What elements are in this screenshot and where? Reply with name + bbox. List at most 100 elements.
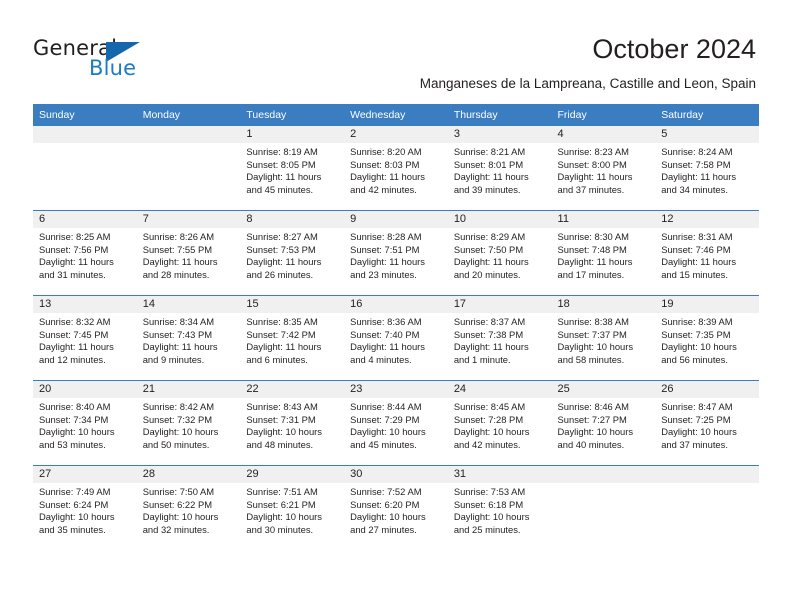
calendar-cell[interactable]: 30 Sunrise: 7:52 AM Sunset: 6:20 PM Dayl… (344, 465, 448, 550)
sunrise-text: Sunrise: 8:21 AM (453, 146, 526, 157)
daylight-text-line1: Daylight: 11 hours (453, 341, 529, 353)
general-blue-logo[interactable]: General Blue (33, 36, 163, 82)
calendar-cell[interactable]: 10 Sunrise: 8:29 AM Sunset: 7:50 PM Dayl… (447, 210, 552, 296)
calendar-cell[interactable] (551, 465, 656, 550)
calendar-cell[interactable]: 19 Sunrise: 8:39 AM Sunset: 7:35 PM Dayl… (655, 295, 759, 381)
calendar-cell[interactable]: 5 Sunrise: 8:24 AM Sunset: 7:58 PM Dayli… (655, 126, 759, 211)
day-cell: 12 Sunrise: 8:31 AM Sunset: 7:46 PM Dayl… (655, 211, 759, 295)
calendar-cell[interactable] (136, 126, 241, 211)
day-number: 4 (551, 126, 656, 143)
day-number: 11 (551, 211, 656, 228)
day-number: 24 (447, 381, 552, 398)
calendar-header-row: Sunday Monday Tuesday Wednesday Thursday… (33, 104, 759, 126)
calendar-cell[interactable]: 26 Sunrise: 8:47 AM Sunset: 7:25 PM Dayl… (655, 380, 759, 466)
day-number: 20 (33, 381, 137, 398)
daylight-text-line1: Daylight: 11 hours (350, 171, 425, 183)
day-details: Sunrise: 8:30 AM Sunset: 7:48 PM Dayligh… (552, 228, 656, 281)
day-number: 23 (344, 381, 448, 398)
calendar-cell[interactable]: 28 Sunrise: 7:50 AM Sunset: 6:22 PM Dayl… (136, 465, 241, 550)
day-number: 22 (240, 381, 345, 398)
calendar-cell[interactable]: 18 Sunrise: 8:38 AM Sunset: 7:37 PM Dayl… (551, 295, 656, 381)
calendar-cell[interactable] (33, 126, 137, 211)
daylight-text-line2: and 42 minutes. (350, 183, 417, 195)
calendar-cell[interactable]: 7 Sunrise: 8:26 AM Sunset: 7:55 PM Dayli… (136, 210, 241, 296)
day-number: 29 (240, 466, 345, 483)
calendar-cell[interactable]: 4 Sunrise: 8:23 AM Sunset: 8:00 PM Dayli… (551, 126, 656, 211)
daylight-text-line1: Daylight: 11 hours (557, 171, 633, 183)
day-cell: 26 Sunrise: 8:47 AM Sunset: 7:25 PM Dayl… (655, 381, 759, 465)
sunrise-text: Sunrise: 8:43 AM (246, 401, 318, 412)
calendar-cell[interactable]: 22 Sunrise: 8:43 AM Sunset: 7:31 PM Dayl… (240, 380, 345, 466)
calendar-cell[interactable]: 6 Sunrise: 8:25 AM Sunset: 7:56 PM Dayli… (33, 210, 137, 296)
day-details: Sunrise: 8:24 AM Sunset: 7:58 PM Dayligh… (655, 143, 759, 196)
day-details: Sunrise: 8:40 AM Sunset: 7:34 PM Dayligh… (33, 398, 137, 451)
sunrise-text: Sunrise: 8:19 AM (246, 146, 318, 157)
page-title: October 2024 (592, 34, 756, 64)
day-details (552, 483, 656, 486)
calendar-cell[interactable]: 20 Sunrise: 8:40 AM Sunset: 7:34 PM Dayl… (33, 380, 137, 466)
daylight-text-line2: and 37 minutes. (661, 438, 728, 450)
day-cell: 15 Sunrise: 8:35 AM Sunset: 7:42 PM Dayl… (240, 296, 345, 380)
day-details: Sunrise: 8:20 AM Sunset: 8:03 PM Dayligh… (344, 143, 448, 196)
calendar-cell[interactable]: 15 Sunrise: 8:35 AM Sunset: 7:42 PM Dayl… (240, 295, 345, 381)
day-number (136, 126, 241, 143)
daylight-text-line2: and 42 minutes. (453, 438, 521, 450)
calendar-cell[interactable]: 29 Sunrise: 7:51 AM Sunset: 6:21 PM Dayl… (240, 465, 345, 550)
day-number: 18 (551, 296, 656, 313)
day-details: Sunrise: 8:38 AM Sunset: 7:37 PM Dayligh… (552, 313, 656, 366)
daylight-text-line2: and 50 minutes. (142, 438, 210, 450)
calendar-cell[interactable]: 2 Sunrise: 8:20 AM Sunset: 8:03 PM Dayli… (344, 126, 448, 211)
calendar-cell[interactable] (655, 465, 759, 550)
day-cell: 9 Sunrise: 8:28 AM Sunset: 7:51 PM Dayli… (344, 211, 448, 295)
calendar-cell[interactable]: 11 Sunrise: 8:30 AM Sunset: 7:48 PM Dayl… (551, 210, 656, 296)
daylight-text-line1: Daylight: 11 hours (453, 171, 529, 183)
daylight-text-line1: Daylight: 11 hours (350, 341, 425, 353)
day-details: Sunrise: 7:51 AM Sunset: 6:21 PM Dayligh… (240, 483, 344, 536)
sunset-text: Sunset: 7:35 PM (661, 328, 731, 340)
day-number (655, 466, 759, 483)
sunset-text: Sunset: 7:40 PM (350, 328, 420, 340)
day-cell: 18 Sunrise: 8:38 AM Sunset: 7:37 PM Dayl… (551, 296, 656, 380)
day-number: 26 (655, 381, 759, 398)
day-cell: 7 Sunrise: 8:26 AM Sunset: 7:55 PM Dayli… (136, 211, 241, 295)
day-cell: 30 Sunrise: 7:52 AM Sunset: 6:20 PM Dayl… (344, 466, 448, 550)
day-number: 7 (136, 211, 241, 228)
sunrise-text: Sunrise: 8:42 AM (142, 401, 215, 412)
calendar-cell[interactable]: 14 Sunrise: 8:34 AM Sunset: 7:43 PM Dayl… (136, 295, 241, 381)
logo-text-blue: Blue (89, 56, 137, 80)
calendar-cell[interactable]: 24 Sunrise: 8:45 AM Sunset: 7:28 PM Dayl… (447, 380, 552, 466)
sunset-text: Sunset: 7:27 PM (557, 413, 627, 425)
sunrise-text: Sunrise: 7:52 AM (350, 486, 422, 497)
calendar-cell[interactable]: 25 Sunrise: 8:46 AM Sunset: 7:27 PM Dayl… (551, 380, 656, 466)
calendar-cell[interactable]: 3 Sunrise: 8:21 AM Sunset: 8:01 PM Dayli… (447, 126, 552, 211)
sunset-text: Sunset: 6:22 PM (142, 498, 213, 510)
calendar-cell[interactable]: 12 Sunrise: 8:31 AM Sunset: 7:46 PM Dayl… (655, 210, 759, 296)
day-number: 13 (33, 296, 137, 313)
day-cell: 10 Sunrise: 8:29 AM Sunset: 7:50 PM Dayl… (447, 211, 552, 295)
calendar-cell[interactable]: 21 Sunrise: 8:42 AM Sunset: 7:32 PM Dayl… (136, 380, 241, 466)
day-cell: 27 Sunrise: 7:49 AM Sunset: 6:24 PM Dayl… (33, 466, 137, 550)
daylight-text-line2: and 4 minutes. (350, 353, 412, 365)
calendar-cell[interactable]: 23 Sunrise: 8:44 AM Sunset: 7:29 PM Dayl… (344, 380, 448, 466)
day-details: Sunrise: 8:27 AM Sunset: 7:53 PM Dayligh… (240, 228, 344, 281)
weekday-header-wednesday: Wednesday (344, 104, 448, 126)
calendar-cell[interactable]: 16 Sunrise: 8:36 AM Sunset: 7:40 PM Dayl… (344, 295, 448, 381)
calendar-cell[interactable]: 17 Sunrise: 8:37 AM Sunset: 7:38 PM Dayl… (447, 295, 552, 381)
calendar-cell[interactable]: 27 Sunrise: 7:49 AM Sunset: 6:24 PM Dayl… (33, 465, 137, 550)
daylight-text-line2: and 39 minutes. (453, 183, 521, 195)
sunset-text: Sunset: 7:32 PM (142, 413, 213, 425)
day-cell: 29 Sunrise: 7:51 AM Sunset: 6:21 PM Dayl… (240, 466, 345, 550)
day-number (33, 126, 137, 143)
day-number: 6 (33, 211, 137, 228)
sunset-text: Sunset: 7:46 PM (661, 243, 731, 255)
calendar-cell[interactable]: 8 Sunrise: 8:27 AM Sunset: 7:53 PM Dayli… (240, 210, 345, 296)
calendar-cell[interactable]: 9 Sunrise: 8:28 AM Sunset: 7:51 PM Dayli… (344, 210, 448, 296)
daylight-text-line1: Daylight: 11 hours (142, 341, 218, 353)
sunrise-text: Sunrise: 8:25 AM (39, 231, 111, 242)
daylight-text-line2: and 35 minutes. (39, 523, 106, 535)
calendar-cell[interactable]: 31 Sunrise: 7:53 AM Sunset: 6:18 PM Dayl… (447, 465, 552, 550)
calendar-cell[interactable]: 13 Sunrise: 8:32 AM Sunset: 7:45 PM Dayl… (33, 295, 137, 381)
day-number: 19 (655, 296, 759, 313)
calendar-cell[interactable]: 1 Sunrise: 8:19 AM Sunset: 8:05 PM Dayli… (240, 126, 345, 211)
sunrise-text: Sunrise: 8:45 AM (453, 401, 526, 412)
